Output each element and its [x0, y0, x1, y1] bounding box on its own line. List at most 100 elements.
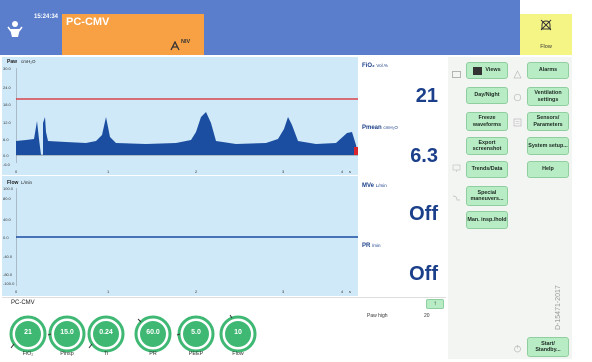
arrow-up-icon: ↑ [433, 301, 437, 307]
manual-inspiration-hold-button[interactable]: Man. insp./hold [466, 211, 508, 229]
flow-xtick: 3 [282, 289, 285, 294]
fio2-unit: Vol.% [376, 63, 388, 68]
flow-xtick: 0 [15, 289, 18, 294]
flow-x-unit: s [349, 289, 351, 294]
help-button[interactable]: Help [527, 161, 569, 178]
header-time: 15:24:34 [34, 14, 59, 20]
special-maneuvers-button[interactable]: Special maneuvers... [466, 186, 508, 206]
fio2-name: FiO₂ [362, 63, 375, 69]
paw-xtick: 3 [282, 169, 285, 174]
knob-ti[interactable]: 0.24 [86, 314, 126, 354]
flow-waveform-panel[interactable]: Flow L/min 100.0 80.0 40.0 0.0 -40.0 -80… [2, 176, 358, 296]
display-icon [452, 160, 461, 172]
paw-ytick: 18.0 [3, 102, 11, 107]
trends-data-button[interactable]: Trends/Data [466, 161, 508, 178]
paw-x-unit: s [349, 169, 351, 174]
knob-pinsp[interactable]: 15.0 [47, 314, 87, 354]
flow-xtick: 2 [195, 289, 198, 294]
export-screenshot-button[interactable]: Export screenshot [466, 137, 508, 155]
paw-ytick: -6.0 [3, 162, 10, 167]
knob-label: PR [149, 351, 157, 357]
pmean-value-panel[interactable]: Pmean cmH₂O 6.3 [360, 117, 446, 175]
knob-value: 5.0 [191, 329, 201, 336]
niv-label: NIV [181, 39, 191, 45]
views-button-icon [473, 66, 483, 75]
pmean-name: Pmean [362, 125, 382, 131]
knob-peep[interactable]: 5.0 [176, 314, 216, 354]
knob-label: Flow [232, 351, 244, 357]
flow-xtick: 1 [107, 289, 110, 294]
alarm-box[interactable]: Flow [520, 14, 572, 55]
battery-icon [30, 48, 60, 61]
paw-ytick: 12.0 [3, 120, 11, 125]
paw-xtick: 2 [195, 169, 198, 174]
status-mode: PC-CMV [11, 300, 35, 306]
knob-pr[interactable]: 60.0 [133, 314, 173, 354]
paw-x-axis: 0 1 2 3 4 s [15, 169, 358, 175]
status-bar: PC-CMV ↑ [2, 297, 446, 309]
freeze-waveforms-button[interactable]: Freeze waveforms [466, 112, 508, 131]
paw-waveform [16, 68, 358, 163]
fio2-value-panel[interactable]: FiO₂ Vol.% 21 [360, 57, 446, 114]
knob-label: Pinsp [60, 351, 74, 357]
knob-flow[interactable]: 10 [218, 314, 258, 354]
paw-xtick: 0 [15, 169, 18, 174]
views-button-label: Views [485, 67, 501, 74]
sensors-parameters-button[interactable]: Sensors/ Parameters [527, 112, 569, 131]
paw-y-axis: 30.0 24.0 18.0 12.0 6.0 0.0 -6.0 [2, 57, 16, 175]
paw-xtick: 1 [107, 169, 110, 174]
flow-ytick: 40.0 [3, 217, 11, 222]
flow-y-axis: 100.0 80.0 40.0 0.0 -40.0 -80.0 -100.0 [2, 176, 16, 296]
day-night-button[interactable]: Day/Night [466, 87, 508, 104]
mve-value: Off [409, 203, 438, 225]
flow-ytick: 80.0 [3, 196, 11, 201]
paw-ytick: 0.0 [3, 153, 9, 158]
pr-value-panel[interactable]: PR /min Off [360, 236, 446, 296]
knob-value: 21 [24, 329, 32, 336]
paw-xtick: 4 [341, 169, 344, 174]
pr-unit: /min [372, 243, 381, 248]
flow-x-axis: 0 1 2 3 4 s [15, 289, 358, 295]
start-standby-button[interactable]: Start/ Standby... [527, 337, 569, 357]
knob-value: 0.24 [99, 329, 113, 336]
mve-name: MVe [362, 183, 375, 189]
paw-ytick: 24.0 [3, 85, 11, 90]
knob-label: FiO₂ [22, 351, 34, 357]
status-arrow-button[interactable]: ↑ [426, 299, 444, 309]
alarm-silenced-icon [539, 18, 553, 32]
alarm-message-value: 20 [424, 313, 430, 319]
mve-value-panel[interactable]: MVe L/min Off [360, 176, 446, 234]
niv-icon [170, 38, 180, 51]
flow-ytick: 0.0 [3, 235, 9, 240]
paw-ytick: 30.0 [3, 66, 11, 71]
mve-unit: L/min [375, 183, 387, 188]
mode-title: PC-CMV [66, 16, 110, 28]
ventilation-settings-button[interactable]: Ventilation settings [527, 87, 569, 106]
mode-box[interactable]: PC-CMV NIV [62, 14, 204, 55]
flow-ytick: 100.0 [3, 186, 14, 191]
ventilation-icon [513, 89, 522, 102]
maneuver-icon [452, 190, 461, 201]
alarm-label: Flow [540, 44, 552, 50]
knob-fio2[interactable]: 21 [8, 314, 48, 354]
knob-value: 60.0 [146, 329, 160, 336]
flow-waveform [16, 188, 358, 286]
flow-ytick: -40.0 [3, 254, 13, 259]
alarms-button[interactable]: Alarms [527, 62, 569, 79]
views-icon [452, 66, 461, 78]
fio2-value: 21 [415, 85, 438, 107]
views-button[interactable]: Views [466, 62, 508, 79]
pr-name: PR [362, 243, 371, 249]
knob-label: Ti [103, 351, 109, 357]
pr-value: Off [409, 263, 438, 285]
knob-value: 15.0 [60, 329, 74, 336]
paw-waveform-panel[interactable]: Paw cmH₂O 30.0 24.0 18.0 12.0 6.0 0.0 -6… [2, 57, 358, 175]
flow-xtick: 4 [341, 289, 344, 294]
flow-ytick: -80.0 [3, 272, 13, 277]
knob-label: PEEP [188, 351, 204, 357]
system-setup-button[interactable]: System setup... [527, 137, 569, 155]
patient-icon[interactable] [2, 15, 28, 45]
pmean-unit: cmH₂O [383, 125, 398, 130]
pmean-value: 6.3 [410, 145, 438, 167]
paw-ytick: 6.0 [3, 137, 9, 142]
